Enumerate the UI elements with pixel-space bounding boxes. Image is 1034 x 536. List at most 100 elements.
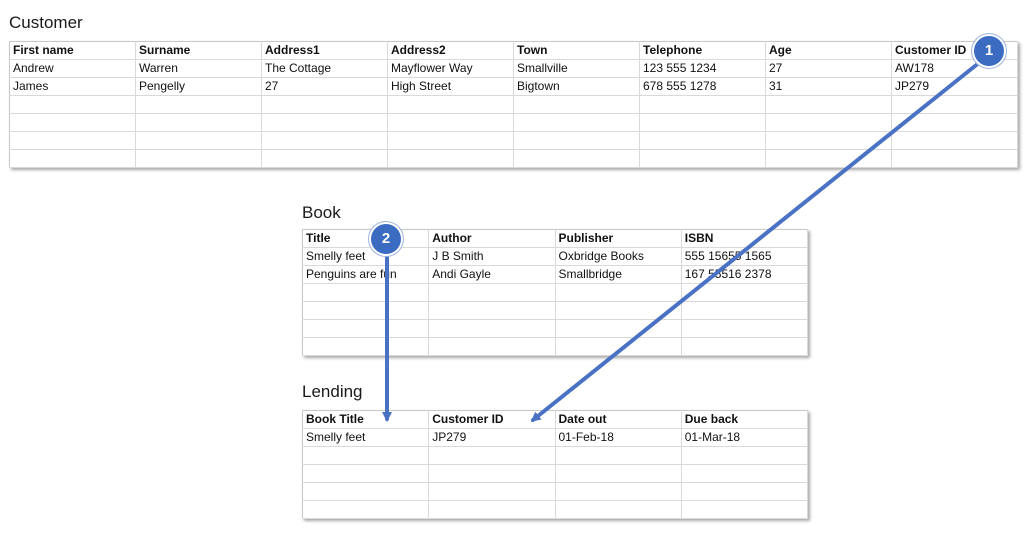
book-empty-cell bbox=[301, 337, 430, 356]
book-empty-cell bbox=[680, 283, 809, 302]
customer-empty-cell bbox=[9, 131, 136, 150]
book-header-cell: Publisher bbox=[554, 229, 682, 248]
customer-table: First name Surname Address1 Address2 Town Tel… bbox=[9, 41, 1018, 168]
lending-header-cell: Customer ID bbox=[428, 410, 556, 429]
book-empty-cell bbox=[428, 301, 556, 320]
book-empty-cell bbox=[554, 301, 682, 320]
lending-header-cell: Due back bbox=[680, 410, 809, 429]
book-empty-cell bbox=[428, 337, 556, 356]
customer-table-title: Customer bbox=[9, 13, 83, 32]
book-empty-cell bbox=[301, 283, 430, 302]
customer-header-cell: Town bbox=[513, 41, 640, 60]
book-empty-cell bbox=[680, 337, 809, 356]
book-cell: 555 15655 1565 bbox=[680, 247, 809, 266]
customer-cell: The Cottage bbox=[261, 59, 388, 78]
customer-empty-cell bbox=[765, 95, 892, 114]
customer-empty-cell bbox=[765, 131, 892, 150]
customer-row: Andrew Warren The Cottage Mayflower Way Smal… bbox=[9, 59, 1018, 78]
lending-empty-cell bbox=[554, 482, 682, 501]
customer-empty-cell bbox=[891, 95, 1018, 114]
customer-cell: 31 bbox=[765, 77, 892, 96]
customer-empty-cell bbox=[135, 131, 262, 150]
customer-header-cell: First name bbox=[9, 41, 136, 60]
customer-empty-cell bbox=[9, 95, 136, 114]
badge-two: 2 bbox=[371, 224, 401, 254]
book-empty-cell bbox=[301, 301, 430, 320]
customer-header-cell: Age bbox=[765, 41, 892, 60]
customer-empty-cell bbox=[765, 149, 892, 168]
customer-empty-cell bbox=[639, 95, 766, 114]
customer-row: James Pengelly 27 High Street Bigtown 678 555… bbox=[9, 77, 1018, 96]
lending-empty-cell bbox=[554, 464, 682, 483]
lending-empty-row bbox=[301, 464, 809, 483]
customer-header-cell: Address2 bbox=[387, 41, 514, 60]
customer-empty-cell bbox=[9, 113, 136, 132]
customer-empty-cell bbox=[261, 149, 388, 168]
customer-empty-cell bbox=[261, 131, 388, 150]
customer-header-cell: Telephone bbox=[639, 41, 766, 60]
lending-empty-cell bbox=[428, 446, 556, 465]
lending-empty-row bbox=[301, 482, 809, 501]
lending-cell: 01-Feb-18 bbox=[554, 428, 682, 447]
customer-empty-cell bbox=[513, 149, 640, 168]
book-header-cell: ISBN bbox=[680, 229, 809, 248]
book-empty-row bbox=[301, 319, 809, 338]
customer-cell: 678 555 1278 bbox=[639, 77, 766, 96]
customer-empty-cell bbox=[639, 149, 766, 168]
book-empty-cell bbox=[301, 319, 430, 338]
customer-empty-row bbox=[9, 131, 1018, 150]
lending-empty-cell bbox=[554, 500, 682, 519]
customer-cell: Andrew bbox=[9, 59, 136, 78]
book-empty-cell bbox=[428, 319, 556, 338]
customer-header-row: First name Surname Address1 Address2 Town Tel… bbox=[9, 41, 1018, 60]
customer-cell: James bbox=[9, 77, 136, 96]
lending-empty-cell bbox=[680, 482, 809, 501]
book-cell: Penguins are fun bbox=[301, 265, 430, 284]
customer-cell: 27 bbox=[261, 77, 388, 96]
customer-empty-cell bbox=[135, 149, 262, 168]
lending-empty-cell bbox=[428, 500, 556, 519]
customer-cell: High Street bbox=[387, 77, 514, 96]
lending-empty-cell bbox=[301, 482, 430, 501]
book-empty-cell bbox=[554, 337, 682, 356]
book-cell: Andi Gayle bbox=[428, 265, 556, 284]
lending-empty-cell bbox=[301, 464, 430, 483]
book-empty-row bbox=[301, 337, 809, 356]
book-empty-cell bbox=[680, 319, 809, 338]
customer-empty-cell bbox=[261, 95, 388, 114]
book-cell: Oxbridge Books bbox=[554, 247, 682, 266]
customer-cell: JP279 bbox=[891, 77, 1018, 96]
lending-empty-cell bbox=[428, 464, 556, 483]
lending-empty-cell bbox=[428, 482, 556, 501]
customer-cell: Pengelly bbox=[135, 77, 262, 96]
customer-empty-cell bbox=[261, 113, 388, 132]
lending-empty-cell bbox=[301, 446, 430, 465]
lending-empty-cell bbox=[680, 500, 809, 519]
customer-cell: Bigtown bbox=[513, 77, 640, 96]
customer-empty-cell bbox=[765, 113, 892, 132]
customer-empty-cell bbox=[891, 113, 1018, 132]
lending-header-cell: Book Title bbox=[301, 410, 430, 429]
lending-empty-cell bbox=[680, 464, 809, 483]
customer-empty-cell bbox=[513, 95, 640, 114]
customer-empty-row bbox=[9, 95, 1018, 114]
customer-cell: Smallville bbox=[513, 59, 640, 78]
book-cell: J B Smith bbox=[428, 247, 556, 266]
customer-empty-cell bbox=[513, 113, 640, 132]
book-table-title: Book bbox=[302, 203, 341, 222]
lending-empty-row bbox=[301, 500, 809, 519]
lending-table-title: Lending bbox=[302, 382, 363, 401]
customer-cell: Warren bbox=[135, 59, 262, 78]
lending-row: Smelly feet JP279 01-Feb-18 01-Mar-18 bbox=[301, 428, 809, 447]
lending-cell: Smelly feet bbox=[301, 428, 430, 447]
book-empty-row bbox=[301, 301, 809, 320]
customer-empty-cell bbox=[891, 149, 1018, 168]
customer-empty-cell bbox=[891, 131, 1018, 150]
book-cell: Smallbridge bbox=[554, 265, 682, 284]
book-header-cell: Author bbox=[428, 229, 556, 248]
customer-empty-cell bbox=[135, 95, 262, 114]
customer-empty-cell bbox=[135, 113, 262, 132]
lending-empty-row bbox=[301, 446, 809, 465]
customer-cell: Mayflower Way bbox=[387, 59, 514, 78]
book-header-cell: Title bbox=[301, 229, 430, 248]
